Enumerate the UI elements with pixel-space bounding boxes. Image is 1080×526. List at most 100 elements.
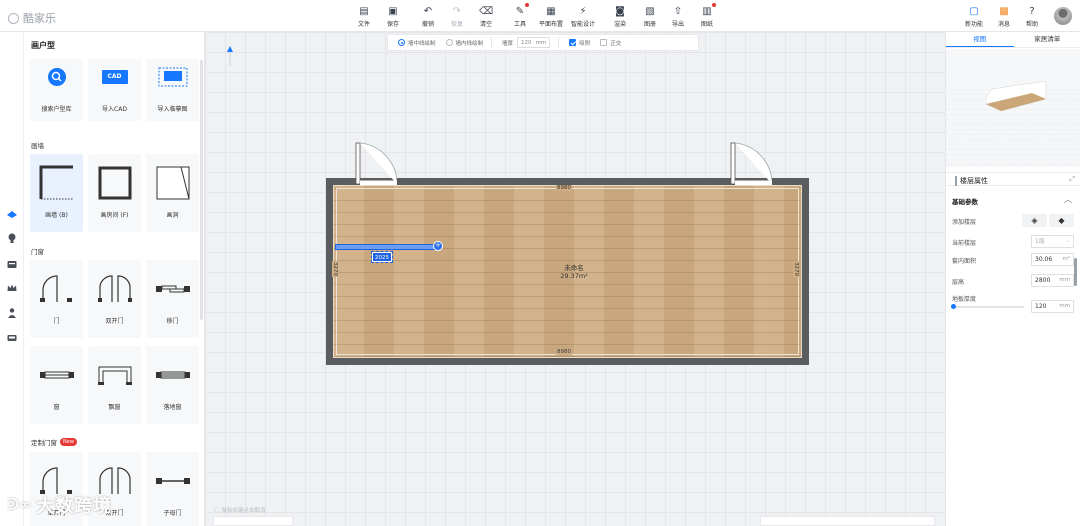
toolbar-file-button[interactable]: ▤ 文件 <box>358 5 370 29</box>
toolbar-label: 图册 <box>644 21 657 28</box>
wall-thickness-value: 120 <box>521 39 532 46</box>
left-icon-rail <box>0 32 24 526</box>
design-canvas[interactable]: 墙中线绘制 墙内线绘制 墙厚 120 mm 吸附 正交 8980 8980 32… <box>205 32 945 526</box>
toolbar-layout-button[interactable]: ▦ 平面布置 <box>539 5 563 29</box>
center-line-radio[interactable]: 墙中线绘制 <box>398 39 436 47</box>
help-icon: ? <box>1029 5 1035 17</box>
expand-icon[interactable]: ⤢ <box>1069 175 1075 184</box>
mother-door-card[interactable]: 子母门 <box>146 452 199 526</box>
bay-window-icon <box>96 356 133 393</box>
divider <box>491 37 493 48</box>
inner-area-field[interactable]: 30.06 m² <box>1031 253 1074 266</box>
window-card[interactable]: 窗 <box>30 346 83 424</box>
toolbar-export-button[interactable]: ⇧ 导出 <box>672 5 684 29</box>
toolbar-save-button[interactable]: ▣ 保存 <box>387 5 399 29</box>
zoom-toolbar[interactable] <box>760 516 935 526</box>
inner-line-radio[interactable]: 墙内线绘制 <box>445 39 484 47</box>
floor-height-unit: mm <box>1059 277 1070 283</box>
tab-furniture-list[interactable]: 家居清单 <box>1014 32 1080 47</box>
3d-preview[interactable] <box>946 49 1080 167</box>
toolbar-album-button[interactable]: ▧ 图册 <box>644 5 657 29</box>
divider <box>558 37 560 48</box>
snap-checkbox[interactable]: 吸附 <box>569 39 590 47</box>
cad-icon-text: CAD <box>101 70 128 84</box>
toolbar-drawing-button[interactable]: ▥ 图纸 <box>701 3 716 28</box>
card-label: 导入CAD <box>102 106 127 113</box>
right-panel-scrollbar[interactable] <box>1074 258 1077 286</box>
dimension-right: 3270 <box>793 261 799 277</box>
draw-hole-card[interactable]: 画洞 <box>146 154 199 232</box>
toolbar-undo-button[interactable]: ↶ 撤销 <box>422 5 435 29</box>
chevron-up-icon[interactable]: ︿ <box>1064 194 1072 205</box>
logo-icon <box>8 12 19 24</box>
add-floor-above-button[interactable]: ◈ <box>1022 214 1047 227</box>
card-label: 门 <box>53 318 60 325</box>
row-label: 套内面积 <box>952 258 977 265</box>
toolbar-render-button[interactable]: ◙ 渲染 <box>614 5 627 29</box>
export-icon: ⇧ <box>673 5 683 17</box>
notification-dot <box>525 3 529 7</box>
sliding-door-icon <box>154 270 191 307</box>
toolbar-clear-button[interactable]: ⌫ 清空 <box>479 5 493 29</box>
floorplan-tool-icon[interactable] <box>6 208 18 220</box>
orthogonal-checkbox[interactable]: 正交 <box>600 39 621 47</box>
canvas-hint: ⓘ 鼠标右键点击取消 <box>213 506 266 514</box>
row-label: 添加楼层 <box>952 219 977 226</box>
room-wall[interactable]: 8980 8980 3270 3270 未命名 29.37m² + 2025 <box>326 142 809 365</box>
toolbar-smart-design-button[interactable]: ⚡ 智能设计 <box>571 5 596 29</box>
top-toolbar: 酷家乐 ▤ 文件 ▣ 保存 ↶ 撤销 ↷ 恢复 ⌫ 清空 ✎ 工具 ▦ 平面布置… <box>0 0 1080 32</box>
tab-view[interactable]: 视图 <box>946 32 1014 47</box>
user-avatar[interactable] <box>1054 7 1072 25</box>
person-icon[interactable] <box>6 307 18 319</box>
app-logo[interactable]: 酷家乐 <box>8 10 56 26</box>
slab-thickness-input[interactable]: 120 mm <box>1031 300 1074 313</box>
canvas-hint-text: 鼠标右键点击取消 <box>221 508 266 514</box>
import-trace-card[interactable]: 导入临摹图 <box>146 59 199 121</box>
selected-wall-segment[interactable] <box>335 244 438 250</box>
toolbar-tools-button[interactable]: ✎ 工具 <box>514 3 529 28</box>
draw-room-card[interactable]: 画房间 (F) <box>88 154 141 232</box>
room-floor[interactable]: 8980 8980 3270 3270 未命名 29.37m² + 2025 <box>332 185 802 358</box>
dimension-top: 8980 <box>556 185 572 191</box>
toolbar-label: 图纸 <box>701 21 714 28</box>
wall-length-input[interactable]: 2025 <box>371 251 393 263</box>
floor-window-card[interactable]: 落地窗 <box>146 346 199 424</box>
toolbar-label: 撤销 <box>422 21 435 28</box>
section-title-text: 门窗 <box>31 248 44 256</box>
window-icon <box>38 356 75 393</box>
current-floor-select[interactable]: 1层 ⌄ <box>1031 235 1074 248</box>
add-floor-below-button[interactable]: ◆ <box>1049 214 1074 227</box>
help-button[interactable]: ? 帮助 <box>1026 5 1038 29</box>
door-card[interactable]: 门 <box>30 260 83 338</box>
wall-thickness-input[interactable]: 120 mm <box>517 37 551 48</box>
bay-window-card[interactable]: 飘窗 <box>88 346 141 424</box>
sliding-door-card[interactable]: 移门 <box>146 260 199 338</box>
crown-icon[interactable] <box>6 282 18 294</box>
room-label[interactable]: 未命名 29.37m² <box>544 264 604 280</box>
radio-label: 墙内线绘制 <box>455 40 484 47</box>
cabinet-icon[interactable] <box>6 258 18 270</box>
floor-height-input[interactable]: 2800 mm <box>1031 274 1074 287</box>
sofa-icon[interactable] <box>6 332 18 344</box>
wall-endpoint-handle[interactable]: + <box>433 241 443 251</box>
basic-params-title: 基础参数 <box>952 198 978 206</box>
toolbar-label: 智能设计 <box>571 21 596 28</box>
door-left[interactable] <box>355 137 397 185</box>
toolbar-redo-button[interactable]: ↷ 恢复 <box>451 5 463 29</box>
floor-height-value: 2800 <box>1035 277 1051 284</box>
draw-wall-card[interactable]: 画墙 (B) <box>30 154 83 232</box>
import-cad-card[interactable]: CAD 导入CAD <box>88 59 141 121</box>
door-right[interactable] <box>730 137 772 185</box>
slab-thickness-row: 120 mm <box>952 300 1074 314</box>
new-feature-button[interactable]: ▢ 新功能 <box>965 5 983 29</box>
cad-icon: CAD <box>96 63 133 91</box>
double-door-card[interactable]: 双开门 <box>88 260 141 338</box>
messages-button[interactable]: ▩ 消息 <box>998 5 1010 29</box>
room-area: 29.37m² <box>560 272 588 280</box>
library-scrollbar[interactable] <box>200 60 203 320</box>
right-panel: 视图 家居清单 楼层属性 ⤢ 基础参数 ︿ 添加楼层 ◈ ◆ 当前楼层 1层 ⌄ … <box>945 32 1080 526</box>
view-mode-toolbar[interactable] <box>213 516 293 526</box>
lamp-icon[interactable] <box>6 232 18 244</box>
search-floorplan-card[interactable]: 搜索户型库 <box>30 59 83 121</box>
toolbar-label: 渲染 <box>614 21 627 28</box>
